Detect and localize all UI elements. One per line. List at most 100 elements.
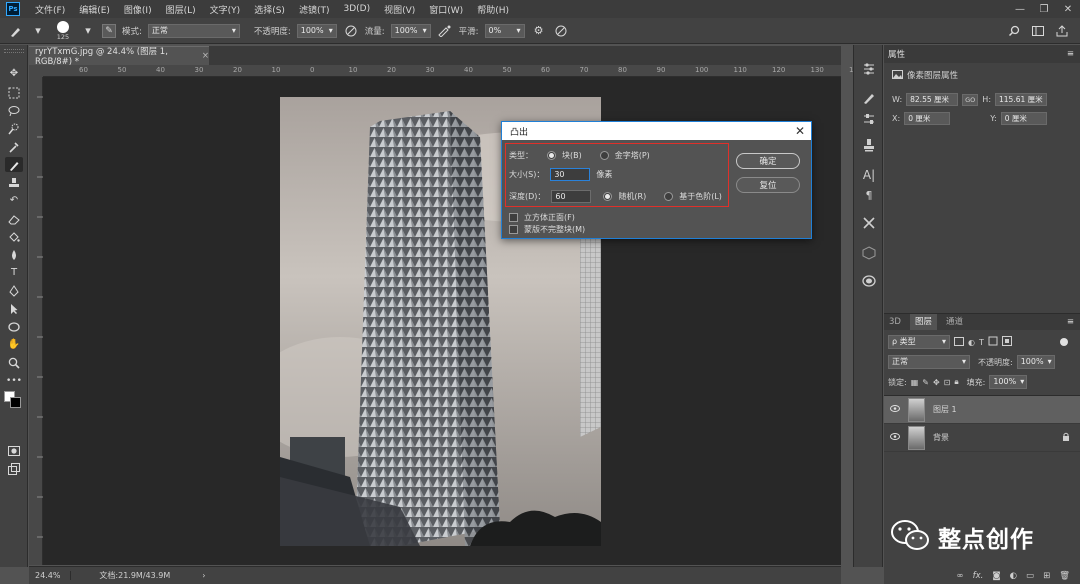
opacity-field[interactable]: 100% ▾ — [296, 23, 337, 38]
dialog-title-bar[interactable]: 凸出 ✕ — [502, 122, 811, 140]
visibility-eye-icon[interactable] — [890, 405, 900, 414]
lock-pixels-icon[interactable]: ✎ — [922, 378, 929, 387]
menu-help[interactable]: 帮助(H) — [470, 3, 516, 16]
menu-select[interactable]: 选择(S) — [247, 3, 292, 16]
fill-field[interactable]: 100% ▾ — [989, 375, 1028, 389]
zoom-tool-icon[interactable] — [5, 355, 23, 370]
clone-stamp-tool-icon[interactable] — [5, 175, 23, 190]
menu-layer[interactable]: 图层(L) — [159, 3, 203, 16]
paragraph-panel-icon[interactable]: ¶ — [861, 187, 877, 203]
horizontal-ruler[interactable]: 60 50 40 30 20 10 0 10 20 30 40 50 60 70 80 90 100 110 120… — [43, 65, 862, 77]
depth-random-label[interactable]: 随机(R) — [618, 191, 646, 202]
properties-panel-header[interactable]: 属性 ≡ — [884, 45, 1080, 63]
solid-front-faces-label[interactable]: 立方体正面(F) — [524, 212, 575, 223]
visibility-eye-icon[interactable] — [890, 433, 900, 442]
filter-pixel-icon[interactable] — [954, 336, 964, 348]
menu-image[interactable]: 图像(I) — [117, 3, 159, 16]
search-icon[interactable] — [1006, 23, 1022, 39]
reset-button[interactable]: 复位 — [736, 177, 800, 193]
lock-position-icon[interactable]: ✥ — [933, 378, 940, 387]
new-layer-icon[interactable]: ⊞ — [1043, 571, 1050, 581]
width-field[interactable]: 82.55 厘米 — [906, 93, 959, 106]
height-field[interactable]: 115.61 厘米 — [995, 93, 1048, 106]
mask-incomplete-checkbox[interactable] — [509, 225, 518, 234]
workspace-icon[interactable] — [1030, 23, 1046, 39]
close-tab-icon[interactable]: × — [202, 51, 209, 61]
tab-3d[interactable]: 3D — [884, 314, 906, 330]
brush-tool-icon[interactable] — [5, 157, 23, 172]
filter-type-icon[interactable]: T — [979, 338, 984, 347]
hand-tool-icon[interactable]: ✋ — [5, 337, 23, 352]
toolbar-grip[interactable] — [4, 49, 24, 53]
blur-tool-icon[interactable] — [5, 247, 23, 262]
layer-filter-select[interactable]: ρ 类型 ▾ — [888, 335, 950, 349]
layer-name[interactable]: 图层 1 — [933, 404, 957, 415]
flow-field[interactable]: 100% ▾ — [390, 23, 431, 38]
mode-select[interactable]: 正常 ▾ — [147, 23, 240, 38]
filter-smart-object-icon[interactable] — [1001, 336, 1012, 348]
3d-panel-icon[interactable] — [861, 245, 877, 261]
eyedropper-tool-icon[interactable] — [5, 139, 23, 154]
panel-menu-icon[interactable]: ≡ — [1067, 49, 1080, 59]
history-brush-tool-icon[interactable]: ↶ — [5, 193, 23, 208]
filter-toggle-icon[interactable] — [1060, 338, 1068, 346]
zoom-level[interactable]: 24.4% — [29, 571, 72, 580]
ok-button[interactable]: 确定 — [736, 153, 800, 169]
character-panel-icon[interactable]: A| — [861, 167, 877, 183]
status-menu-arrow[interactable]: › — [170, 571, 205, 580]
x-field[interactable]: 0 厘米 — [904, 112, 951, 125]
tab-layers[interactable]: 图层 — [909, 314, 937, 330]
vertical-ruler[interactable] — [29, 77, 43, 565]
brush-settings-panel-icon[interactable] — [861, 111, 877, 127]
chevron-down-icon[interactable]: ▾ — [30, 23, 46, 39]
adjustments-panel-icon[interactable] — [861, 61, 877, 77]
menu-3d[interactable]: 3D(D) — [336, 4, 377, 14]
smoothing-field[interactable]: 0% ▾ — [484, 23, 525, 38]
lock-all-icon[interactable]: 🔒︎ — [954, 377, 958, 387]
layer-row[interactable]: 图层 1 — [884, 396, 1080, 424]
link-icon[interactable]: ∞ — [957, 571, 964, 581]
close-window-button[interactable]: ✕ — [1056, 4, 1080, 15]
link-dimensions-icon[interactable]: GO — [962, 93, 979, 106]
document-tab[interactable]: ryrYTxmG.jpg @ 24.4% (图层 1, RGB/8#) * × — [29, 46, 209, 67]
brush-panel-icon[interactable] — [861, 90, 877, 106]
blend-mode-select[interactable]: 正常 ▾ — [888, 355, 970, 369]
filter-adjustment-icon[interactable]: ◐ — [968, 338, 975, 347]
depth-level-radio[interactable] — [664, 192, 674, 201]
gear-icon[interactable]: ⚙ — [531, 23, 547, 39]
type-block-label[interactable]: 块(B) — [562, 150, 582, 161]
menu-type[interactable]: 文字(Y) — [203, 3, 248, 16]
menu-view[interactable]: 视图(V) — [377, 3, 422, 16]
panel-menu-icon[interactable]: ≡ — [1067, 317, 1080, 327]
marquee-tool-icon[interactable] — [5, 85, 23, 100]
layer-opacity-field[interactable]: 100% ▾ — [1016, 355, 1055, 369]
paint-bucket-tool-icon[interactable] — [5, 229, 23, 244]
eraser-tool-icon[interactable] — [5, 211, 23, 226]
close-icon[interactable]: ✕ — [789, 124, 811, 138]
quick-mask-icon[interactable] — [5, 443, 23, 458]
tab-channels[interactable]: 通道 — [941, 314, 968, 330]
adjustment-icon[interactable]: ◐ — [1010, 571, 1017, 581]
minimize-button[interactable]: — — [1008, 4, 1032, 15]
path-selection-tool-icon[interactable] — [5, 301, 23, 316]
layer-row[interactable]: 背景 — [884, 424, 1080, 452]
fx-icon[interactable]: fx. — [973, 571, 984, 581]
type-pyramid-label[interactable]: 金字塔(P) — [615, 150, 650, 161]
depth-level-label[interactable]: 基于色阶(L) — [679, 191, 722, 202]
quick-selection-tool-icon[interactable] — [5, 121, 23, 136]
libraries-panel-icon[interactable] — [861, 273, 877, 289]
menu-window[interactable]: 窗口(W) — [422, 3, 470, 16]
share-icon[interactable] — [1054, 23, 1070, 39]
background-color-swatch[interactable] — [10, 397, 21, 408]
pen-tool-icon[interactable] — [5, 283, 23, 298]
restore-button[interactable]: ❐ — [1032, 4, 1056, 15]
menu-file[interactable]: 文件(F) — [28, 3, 72, 16]
pressure-opacity-icon[interactable] — [343, 23, 359, 39]
solid-front-faces-checkbox[interactable] — [509, 213, 518, 222]
mask-incomplete-label[interactable]: 蒙版不完整块(M) — [524, 224, 585, 235]
brush-settings-icon[interactable]: ✎ — [102, 23, 116, 38]
color-swatches[interactable] — [0, 391, 28, 421]
type-block-radio[interactable] — [547, 151, 556, 160]
brush-preset-picker[interactable]: 125 — [52, 20, 74, 41]
move-tool-icon[interactable]: ✥ — [5, 66, 23, 81]
